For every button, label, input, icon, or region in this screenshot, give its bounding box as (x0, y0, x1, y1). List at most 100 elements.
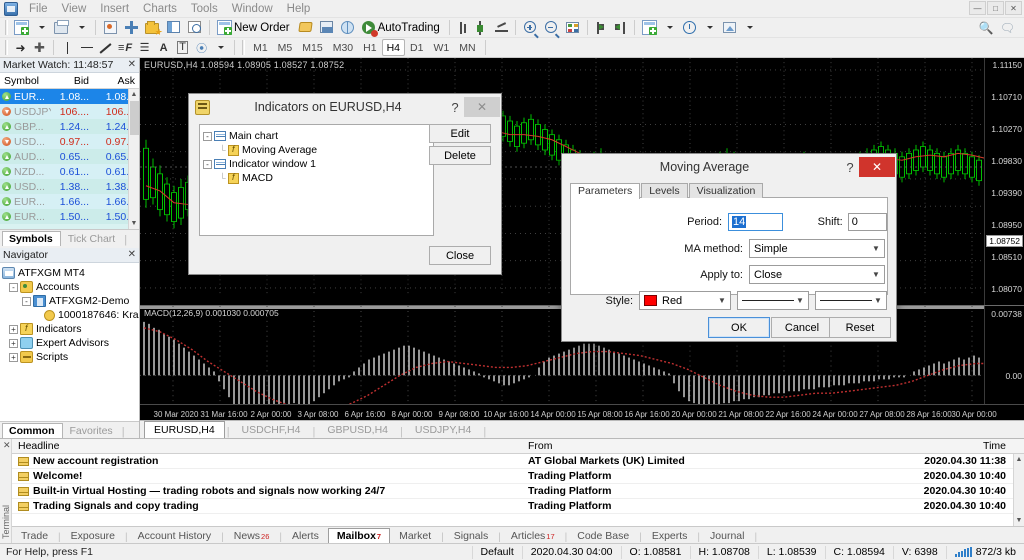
market-watch-row[interactable]: AUD... 0.65... 0.65... (0, 149, 139, 164)
toolbar-grip[interactable] (5, 20, 8, 35)
expander-icon[interactable]: - (9, 282, 18, 292)
new-order-button[interactable]: New Order (214, 19, 295, 37)
timeframe-m15[interactable]: M15 (297, 39, 327, 56)
navigator-close-icon[interactable]: ✕ (128, 249, 136, 260)
crosshair-tool-button[interactable]: ✚ (30, 39, 49, 57)
terminal-tab-market[interactable]: Market (390, 528, 440, 543)
line-chart-button[interactable] (492, 19, 511, 37)
maximize-button[interactable]: □ (987, 1, 1004, 15)
arrows-button[interactable]: ⦿ (192, 39, 211, 57)
ma-dialog-titlebar[interactable]: Moving Average ? ✕ (562, 154, 896, 180)
periodicity-dropdown[interactable] (700, 19, 719, 37)
candlestick-chart-button[interactable] (473, 19, 492, 37)
print-dropdown[interactable] (72, 19, 91, 37)
chat-button[interactable]: 🗨 (997, 19, 1018, 37)
tile-windows-button[interactable] (562, 19, 583, 37)
metaeditor-button[interactable] (316, 19, 337, 37)
horizontal-line-button[interactable] (77, 39, 96, 57)
scroll-up-icon[interactable]: ▲ (1014, 454, 1024, 465)
new-chart-dropdown[interactable] (32, 19, 51, 37)
help-icon[interactable]: ? (446, 100, 464, 115)
navigator-button[interactable]: ★ (142, 19, 163, 37)
terminal-tab-journal[interactable]: Journal (701, 528, 753, 543)
apply-to-select[interactable]: Close ▼ (749, 265, 885, 284)
menu-item-window[interactable]: Window (225, 1, 280, 17)
templates-button[interactable] (719, 19, 740, 37)
terminal-tab-exposure[interactable]: Exposure (62, 528, 124, 543)
market-watch-row[interactable]: USDJPY 106.... 106.... (0, 104, 139, 119)
tree-node-server[interactable]: - ATFXGM2-Demo (2, 294, 137, 308)
market-watch-scrollbar[interactable]: ▲ ▼ (128, 89, 139, 229)
column-headline[interactable]: Headline (12, 440, 524, 452)
menu-item-help[interactable]: Help (280, 1, 318, 17)
search-button[interactable]: 🔍 (976, 19, 997, 37)
status-traffic[interactable]: 872/3 kb (945, 545, 1024, 559)
chart-tab-eurusd[interactable]: EURUSD,H4 (144, 421, 225, 438)
cursor-tool-button[interactable]: ➜ (11, 39, 30, 57)
terminal-tab-code-base[interactable]: Code Base (568, 528, 638, 543)
scroll-down-icon[interactable]: ▼ (1014, 515, 1024, 526)
tree-node-expert-advisors[interactable]: + Expert Advisors (2, 336, 137, 350)
market-watch-row[interactable]: NZD... 0.61... 0.61... (0, 164, 139, 179)
chevron-down-icon[interactable]: ▼ (792, 292, 808, 309)
expander-icon[interactable]: + (9, 324, 18, 334)
ok-button[interactable]: OK (708, 317, 770, 338)
table-row[interactable]: Welcome! Trading Platform 2020.04.30 10:… (12, 469, 1024, 484)
tree-node-scripts[interactable]: + Scripts (2, 350, 137, 364)
chevron-down-icon[interactable]: ▼ (870, 292, 886, 309)
mailbox-scrollbar[interactable]: ▲ ▼ (1013, 454, 1024, 526)
market-watch-row[interactable]: USD... 1.38... 1.38... (0, 179, 139, 194)
terminal-tab-signals[interactable]: Signals (445, 528, 497, 543)
periodicity-button[interactable] (679, 19, 700, 37)
delete-button[interactable]: Delete (429, 146, 491, 165)
market-watch-row[interactable]: GBP... 1.24... 1.24... (0, 119, 139, 134)
timeframe-m30[interactable]: M30 (328, 39, 358, 56)
market-watch-row[interactable]: USD... 0.97... 0.97... (0, 134, 139, 149)
tree-node-root[interactable]: ATFXGM MT4 (2, 266, 137, 280)
shift-input[interactable]: 0 (847, 213, 887, 231)
column-symbol[interactable]: Symbol (0, 73, 51, 88)
indicators-dialog-close-icon[interactable]: ✕ (464, 97, 500, 117)
timeframe-w1[interactable]: W1 (428, 39, 454, 56)
indicators-button[interactable] (639, 19, 660, 37)
terminal-tab-alerts[interactable]: Alerts (283, 528, 328, 543)
expander-icon[interactable]: - (203, 159, 212, 169)
indicators-dialog[interactable]: Indicators on EURUSD,H4 ? ✕ - Main chart… (188, 93, 502, 275)
trendline-button[interactable] (96, 39, 115, 57)
shift-end-button[interactable] (592, 19, 611, 37)
text-button[interactable]: A (154, 39, 173, 57)
timeframe-h4[interactable]: H4 (381, 39, 406, 56)
ma-dialog-close-icon[interactable]: ✕ (859, 157, 895, 177)
price-axis[interactable]: 1.11150 1.10710 1.10270 1.09830 1.09390 … (984, 58, 1024, 305)
print-button[interactable] (51, 19, 72, 37)
timeframe-d1[interactable]: D1 (405, 39, 428, 56)
periods-grip[interactable] (242, 40, 246, 55)
market-watch-row[interactable]: EUR... 1.08... 1.08... (0, 89, 139, 104)
tab-visualization[interactable]: Visualization (688, 183, 764, 198)
zoom-in-button[interactable] (520, 19, 541, 37)
tab-symbols[interactable]: Symbols (2, 231, 61, 246)
chart-tab-gbpusd[interactable]: GBPUSD,H4 (317, 421, 398, 438)
cancel-button[interactable]: Cancel (771, 317, 833, 338)
tab-favorites[interactable]: Favorites (63, 423, 121, 438)
timeframe-m1[interactable]: M1 (248, 39, 273, 56)
menu-item-file[interactable]: File (22, 1, 55, 17)
fibonacci-button[interactable]: ≡ F (115, 39, 135, 57)
table-row[interactable]: Trading Signals and copy trading Trading… (12, 499, 1024, 514)
chart-tab-usdchf[interactable]: USDCHF,H4 (232, 421, 311, 438)
terminal-tab-mailbox[interactable]: Mailbox 7 (327, 528, 391, 543)
market-watch-close-icon[interactable]: ✕ (128, 59, 136, 70)
terminal-tab-news[interactable]: News 26 (225, 528, 279, 543)
menu-item-charts[interactable]: Charts (136, 1, 184, 17)
text-label-button[interactable]: T (173, 39, 192, 57)
terminal-tab-account-history[interactable]: Account History (129, 528, 221, 543)
tab-levels[interactable]: Levels (641, 183, 688, 198)
timeframe-h1[interactable]: H1 (358, 39, 381, 56)
indicators-dialog-titlebar[interactable]: Indicators on EURUSD,H4 ? ✕ (189, 94, 501, 120)
edit-button[interactable]: Edit (429, 124, 491, 143)
channel-button[interactable]: ☰ (135, 39, 154, 57)
tab-common[interactable]: Common (2, 423, 63, 438)
mql5-community-button[interactable] (337, 19, 358, 37)
templates-dropdown[interactable] (740, 19, 759, 37)
macd-axis[interactable]: 0.00738 0.00 -0.005412 (984, 306, 1024, 420)
